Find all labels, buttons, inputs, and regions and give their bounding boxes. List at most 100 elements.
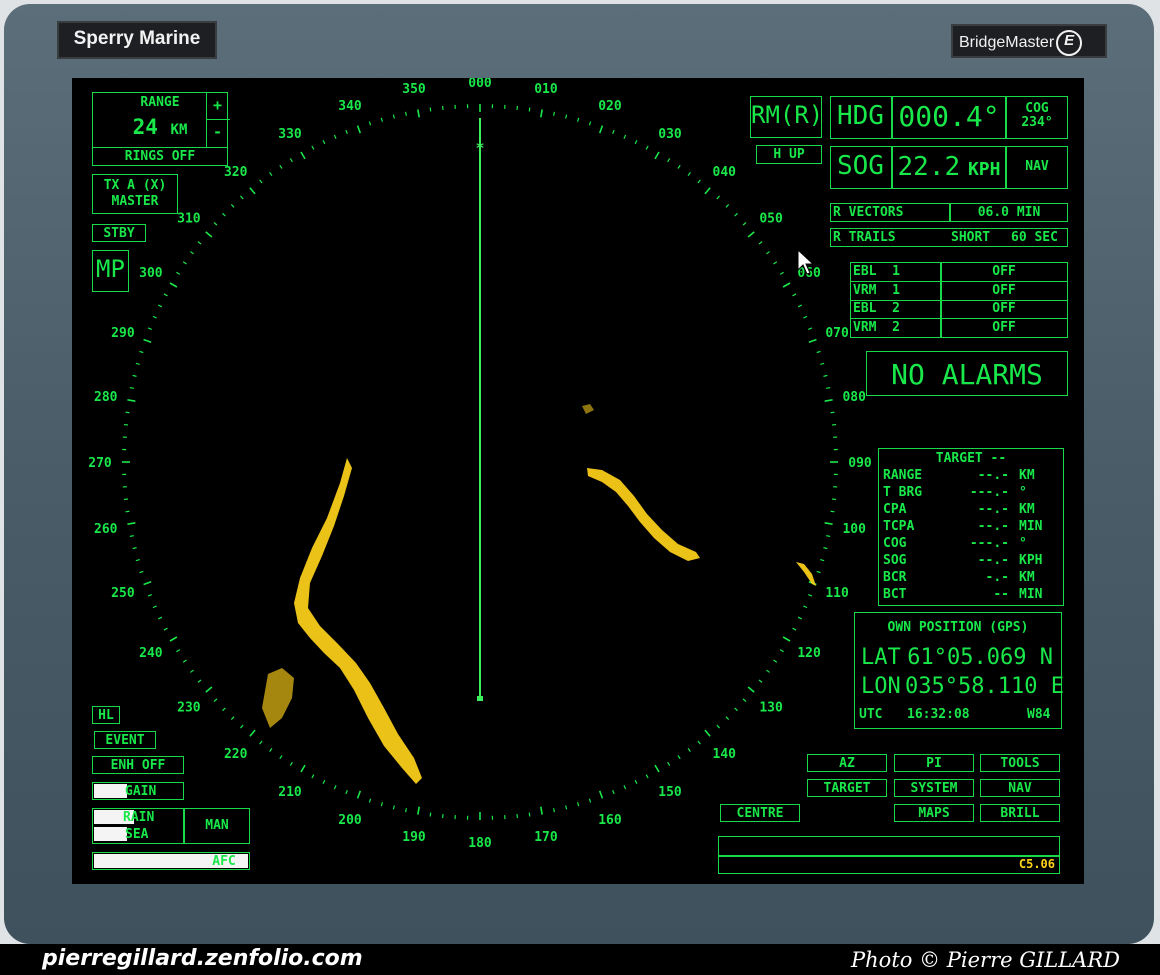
bearing-tick — [645, 774, 649, 779]
target-value: --.- — [977, 519, 1009, 534]
rain-sea-control[interactable]: RAIN SEA — [92, 808, 184, 844]
marker-state: OFF — [992, 319, 1016, 335]
bearing-tick — [823, 547, 828, 550]
bearing-tick — [824, 521, 833, 525]
bearing-tick — [553, 808, 556, 813]
bearing-tick — [807, 594, 813, 597]
bearing-label: 100 — [842, 522, 866, 537]
utc-label: UTC — [859, 707, 883, 722]
marker-row[interactable]: VRM 1 OFF — [851, 282, 1067, 301]
marker-state: OFF — [992, 264, 1016, 279]
trails-label: R TRAILS — [833, 230, 896, 245]
target-value: --.- — [977, 502, 1009, 517]
bearing-label: 320 — [224, 165, 248, 180]
bearing-label: 210 — [278, 785, 302, 800]
menu-az-button[interactable]: AZ — [807, 754, 887, 772]
target-value: ---.- — [969, 485, 1009, 500]
speed-unit: KPH — [967, 159, 1001, 180]
target-value: -- — [993, 587, 1009, 602]
marker-row[interactable]: EBL 2 OFF — [851, 300, 1067, 319]
bearing-tick — [392, 114, 395, 119]
target-label: CPA — [883, 502, 907, 517]
bearing-tick — [300, 764, 306, 773]
target-value: --.- — [977, 553, 1009, 568]
bearing-label: 130 — [759, 700, 783, 715]
bearing-tick — [240, 195, 244, 200]
bearing-label: 280 — [94, 390, 118, 405]
man-button[interactable]: MAN — [184, 808, 250, 844]
speed-source[interactable]: NAV — [1007, 159, 1067, 174]
alarm-status: NO ALARMS — [891, 358, 1043, 391]
bearing-tick — [645, 145, 649, 150]
bearing-label: 050 — [759, 212, 783, 227]
bearing-tick — [380, 802, 384, 807]
marker-row[interactable]: VRM 2 OFF — [851, 319, 1067, 337]
motion-mode-button[interactable]: RM(R) — [750, 96, 823, 138]
bearing-tick — [565, 805, 568, 810]
bearing-tick — [169, 636, 178, 642]
target-unit: ° — [1019, 536, 1027, 551]
afc-control[interactable]: AFC — [92, 852, 250, 870]
marker-row[interactable]: EBL 1 OFF — [851, 263, 1067, 282]
bearing-tick — [598, 125, 604, 134]
bearing-label: 020 — [598, 99, 622, 114]
target-unit: KM — [1019, 468, 1035, 483]
menu-maps-button[interactable]: MAPS — [894, 804, 974, 822]
enh-button[interactable]: ENH OFF — [92, 756, 184, 774]
tx-master-button[interactable]: TX A (X) MASTER — [92, 174, 178, 214]
vectors-panel[interactable]: R VECTORS 06.0 MIN — [830, 203, 1068, 222]
bearing-tick — [779, 271, 784, 275]
menu-brill-button[interactable]: BRILL — [980, 804, 1060, 822]
bearing-tick — [634, 139, 638, 145]
echo-southwest — [262, 668, 294, 728]
bearing-tick — [687, 748, 691, 752]
bearing-tick — [147, 327, 153, 330]
gain-control[interactable]: GAIN — [92, 782, 184, 800]
mp-indicator: MP — [92, 250, 129, 292]
bearing-tick — [230, 716, 235, 720]
bearing-tick — [528, 812, 531, 817]
bearing-tick — [404, 808, 407, 813]
bearing-label: 080 — [842, 390, 866, 405]
target-label: BCT — [883, 587, 907, 602]
bearing-label: 070 — [825, 326, 849, 341]
target-unit: KM — [1019, 570, 1035, 585]
standby-button[interactable]: STBY — [92, 224, 146, 242]
own-position-panel: OWN POSITION (GPS) LAT 61°05.069 N LON 0… — [854, 612, 1064, 729]
menu-pi-label: PI — [926, 756, 942, 771]
event-button[interactable]: EVENT — [94, 731, 156, 749]
bearing-label: 230 — [177, 700, 201, 715]
bearing-tick — [345, 789, 348, 795]
tx-line2: MASTER — [111, 194, 159, 209]
vectors-value: 06.0 MIN — [977, 205, 1041, 220]
bearing-tick — [392, 805, 395, 810]
target-label: TCPA — [883, 519, 915, 534]
menu-target-button[interactable]: TARGET — [807, 779, 887, 797]
hl-button[interactable]: HL — [92, 706, 120, 724]
bearing-tick — [830, 411, 835, 414]
bearing-tick — [127, 521, 136, 525]
menu-pi-button[interactable]: PI — [894, 754, 974, 772]
bearing-label: 030 — [658, 127, 682, 142]
bearing-tick — [135, 558, 140, 562]
bearing-tick — [333, 134, 337, 139]
software-version: C5.06 — [1018, 857, 1055, 871]
target-unit: KM — [1019, 502, 1035, 517]
bearing-tick — [816, 570, 821, 574]
menu-centre-button[interactable]: CENTRE — [720, 804, 800, 822]
menu-tools-button[interactable]: TOOLS — [980, 754, 1060, 772]
trails-panel[interactable]: R TRAILS SHORT 60 SEC — [830, 228, 1068, 247]
bearing-tick — [259, 179, 263, 184]
bearing-tick — [773, 261, 778, 265]
bearing-tick — [132, 374, 137, 377]
bearing-tick — [803, 605, 808, 609]
bearing-tick — [797, 616, 803, 620]
brand-bridgemaster: BridgeMaster E — [951, 24, 1107, 58]
speed-value: 22.2 KPH — [893, 152, 1005, 182]
target-title: TARGET -- — [935, 451, 1007, 466]
menu-system-button[interactable]: SYSTEM — [894, 779, 974, 797]
orientation-button[interactable]: H UP — [756, 145, 822, 164]
bearing-tick — [311, 774, 315, 779]
menu-nav-button[interactable]: NAV — [980, 779, 1060, 797]
bearing-tick — [758, 241, 763, 245]
